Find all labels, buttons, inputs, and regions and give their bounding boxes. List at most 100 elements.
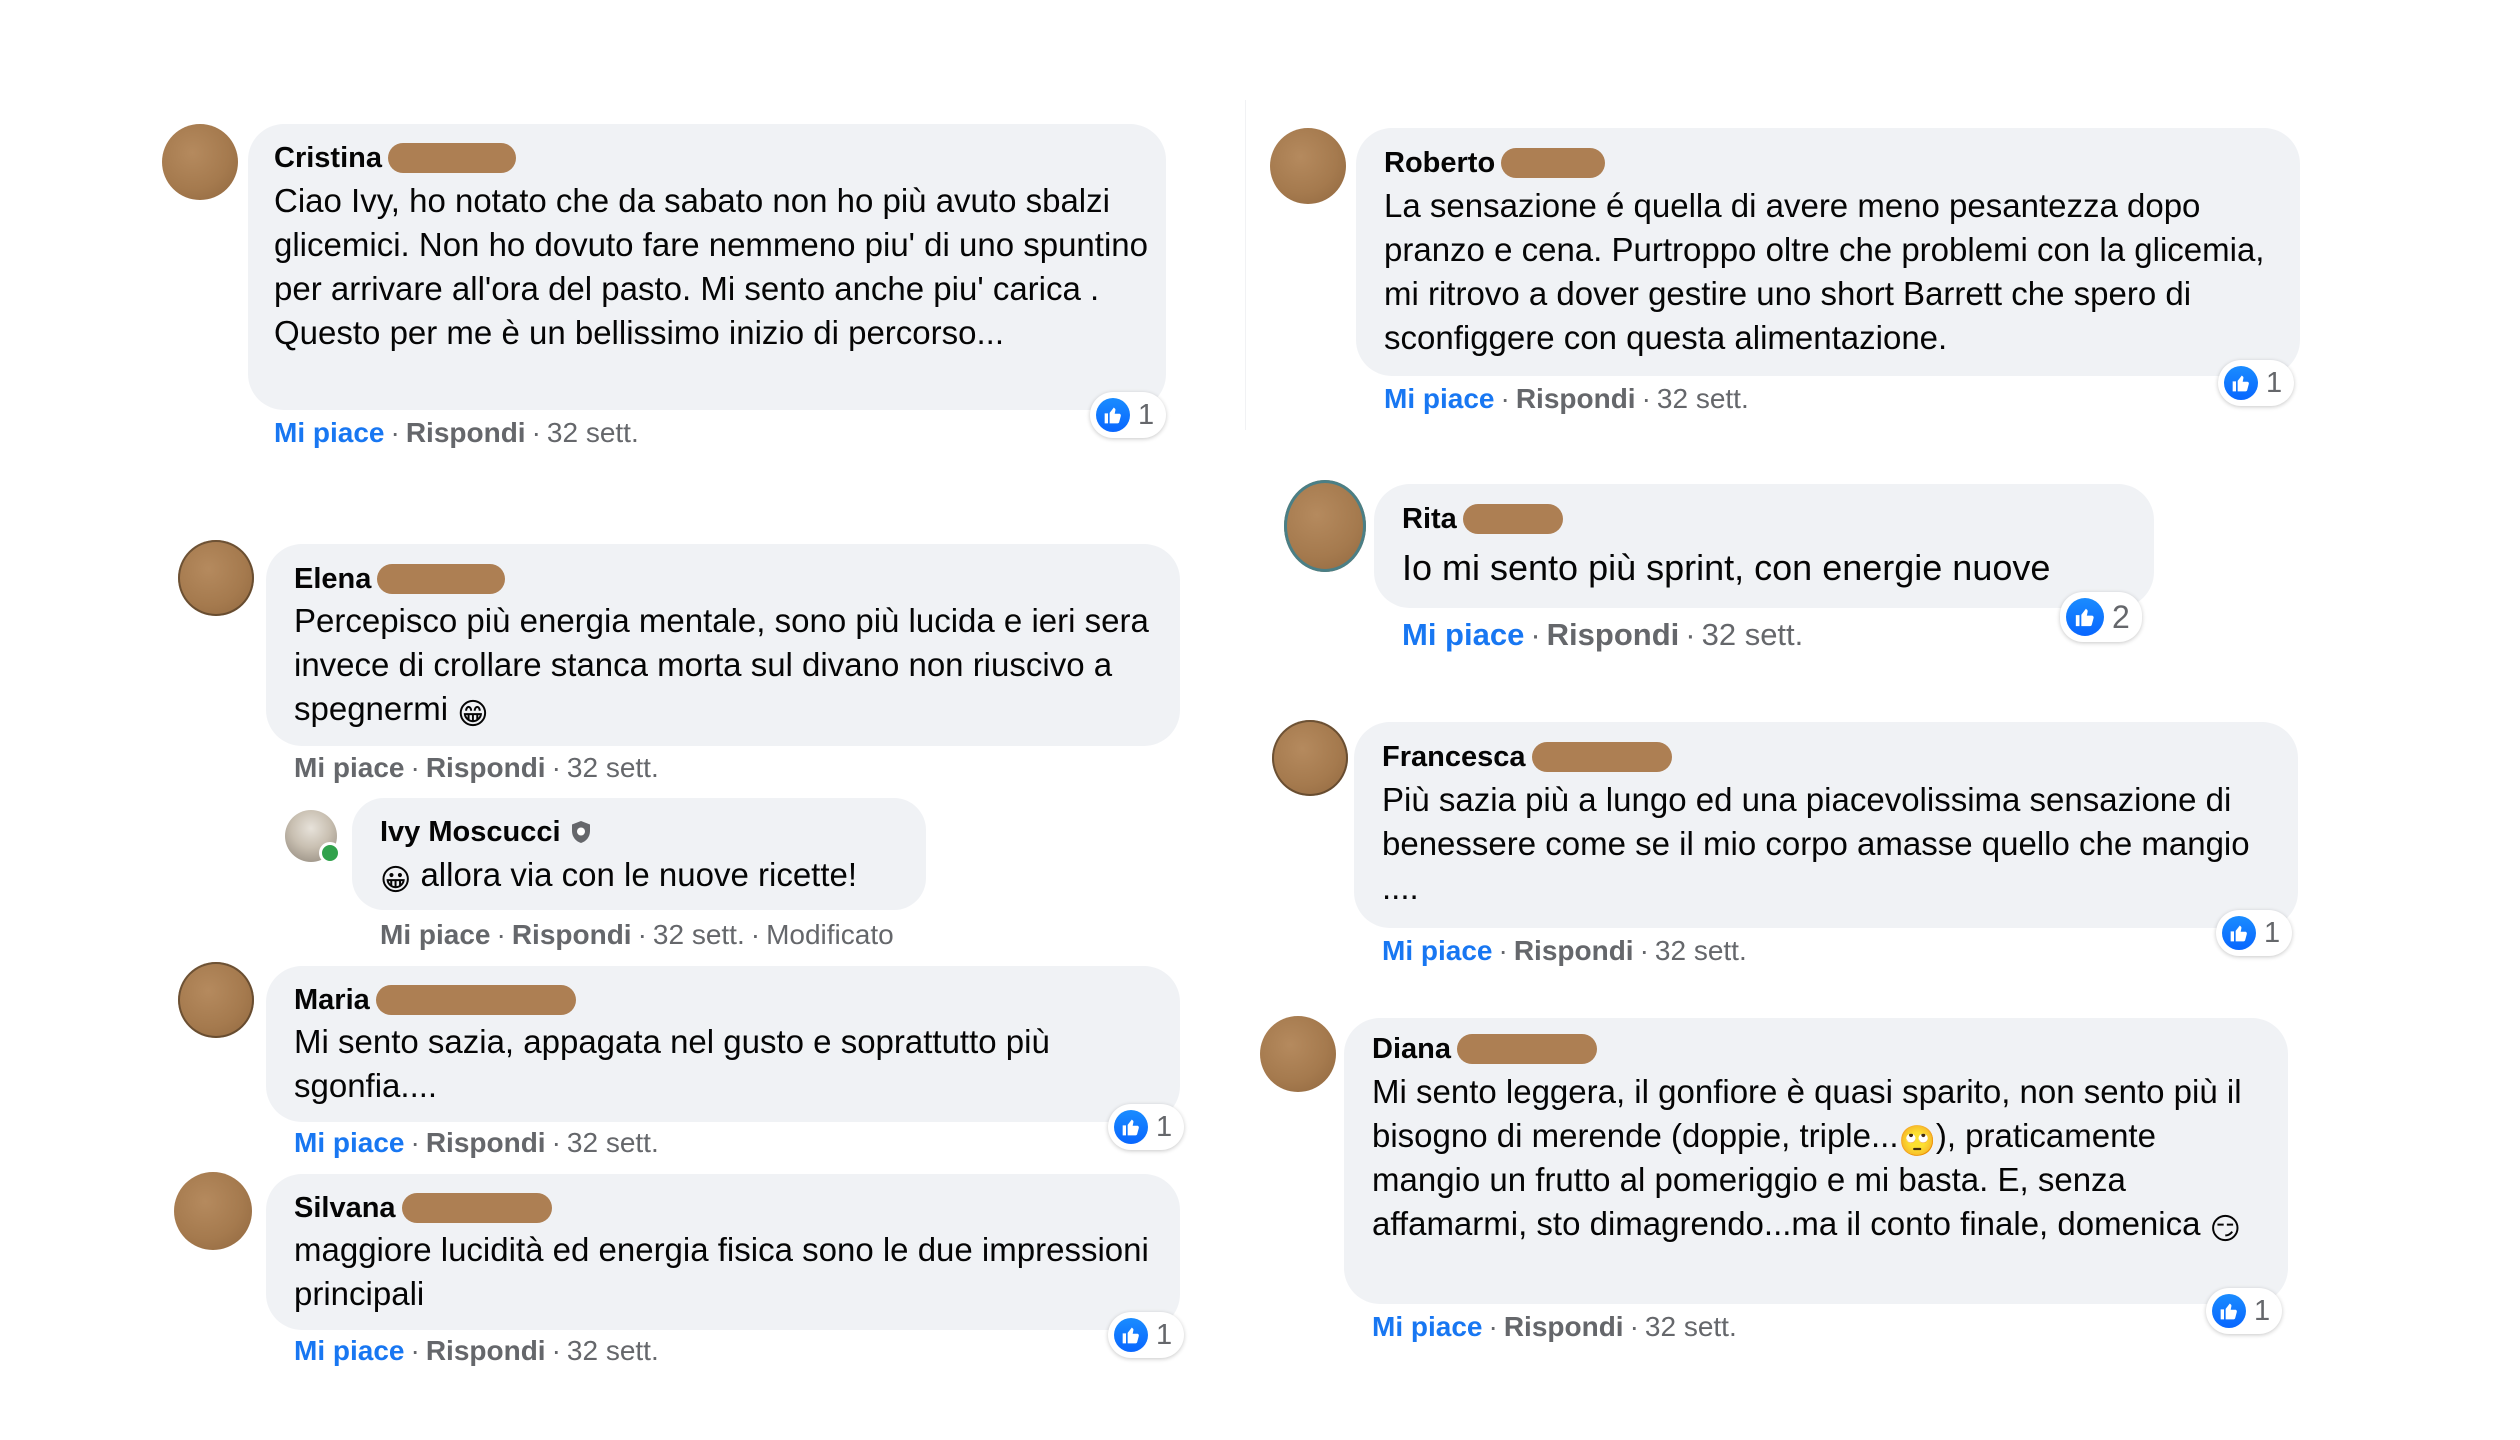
comment-text: Percepisco più energia mentale, sono più…: [294, 599, 1164, 731]
comment-actions: Mi piace · Rispondi · 32 sett.: [294, 752, 659, 783]
reaction-count: 1: [2266, 366, 2283, 399]
reply-link[interactable]: Rispondi: [1516, 383, 1636, 414]
like-reaction-icon: [1096, 398, 1130, 432]
redaction-bar: [1462, 504, 1563, 534]
comment-author-name[interactable]: Francesca: [1382, 740, 1526, 774]
like-reaction-icon: [1114, 1110, 1148, 1144]
comment-text: Ciao Ivy, ho notato che da sabato non ho…: [274, 182, 1148, 351]
avatar[interactable]: [162, 124, 238, 200]
like-link[interactable]: Mi piace: [274, 417, 384, 448]
reply-link[interactable]: Rispondi: [426, 1335, 546, 1366]
comment-author-name[interactable]: Rita: [1402, 502, 1457, 536]
comment-author-row: Elena: [294, 562, 506, 596]
avatar[interactable]: [178, 540, 254, 616]
comment-timestamp[interactable]: 32 sett.: [567, 1335, 659, 1366]
comment-author-name[interactable]: Diana: [1372, 1032, 1451, 1066]
comment-author-name[interactable]: Cristina: [274, 141, 382, 175]
comment-author-row: Francesca: [1382, 740, 1672, 774]
comment-actions: Mi piace · Rispondi · 32 sett.: [294, 1127, 659, 1158]
comment-author-name[interactable]: Silvana: [294, 1191, 396, 1225]
like-reaction-icon: [2066, 598, 2104, 636]
comment-text-body: Percepisco più energia mentale, sono più…: [294, 602, 1149, 727]
author-avatar[interactable]: [285, 810, 341, 864]
reaction-count-badge[interactable]: 2: [2060, 592, 2142, 642]
redaction-bar: [1456, 1034, 1597, 1064]
comment-author-row: Diana: [1372, 1032, 1597, 1066]
comment-text: Io mi sento più sprint, con energie nuov…: [1402, 547, 2051, 588]
reaction-count: 2: [2112, 598, 2130, 635]
reaction-count-badge[interactable]: 1: [1090, 392, 1167, 438]
comment-actions: Mi piace · Rispondi · 32 sett. · Modificato: [380, 919, 894, 950]
comment-timestamp[interactable]: 32 sett.: [1657, 383, 1749, 414]
comment-text: 😀 allora via con le nuove ricette!: [380, 853, 920, 897]
reply-link[interactable]: Rispondi: [1514, 935, 1634, 966]
comment-text: Mi sento sazia, appagata nel gusto e sop…: [294, 1023, 1050, 1104]
avatar[interactable]: [178, 962, 254, 1038]
comment-author-row: Roberto: [1384, 146, 1606, 180]
like-link[interactable]: Mi piace: [380, 919, 490, 950]
reaction-count: 1: [2254, 1294, 2271, 1327]
comment-author-name[interactable]: Elena: [294, 562, 371, 596]
comment-text: Più sazia più a lungo ed una piacevoliss…: [1382, 781, 2250, 906]
reaction-count-badge[interactable]: 1: [1108, 1104, 1185, 1150]
comment-actions: Mi piace · Rispondi · 32 sett.: [274, 417, 639, 448]
comment-author-name[interactable]: Maria: [294, 983, 370, 1017]
comment-actions: Mi piace · Rispondi · 32 sett.: [1382, 935, 1747, 966]
reply-link[interactable]: Rispondi: [406, 417, 526, 448]
smirk-emoji: 😏: [2209, 1213, 2241, 1246]
redaction-bar: [387, 143, 516, 173]
like-link[interactable]: Mi piace: [294, 1335, 404, 1366]
redaction-bar: [1501, 148, 1606, 178]
reaction-count-badge[interactable]: 1: [2218, 360, 2295, 406]
reply-link[interactable]: Rispondi: [426, 752, 546, 783]
edited-label[interactable]: Modificato: [766, 919, 894, 950]
avatar[interactable]: [1270, 128, 1346, 204]
reaction-count-badge[interactable]: 1: [2206, 1288, 2283, 1334]
reply-link[interactable]: Rispondi: [426, 1127, 546, 1158]
like-reaction-icon: [2224, 366, 2258, 400]
reaction-count-badge[interactable]: 1: [2216, 910, 2293, 956]
avatar[interactable]: [1260, 1016, 1336, 1092]
comment-author-name[interactable]: Roberto: [1384, 146, 1495, 180]
comment-actions: Mi piace · Rispondi · 32 sett.: [294, 1335, 659, 1366]
author-shield-icon: [569, 820, 593, 844]
reply-link[interactable]: Rispondi: [512, 919, 632, 950]
comment-timestamp[interactable]: 32 sett.: [653, 919, 745, 950]
avatar[interactable]: [1284, 480, 1366, 572]
comment-timestamp[interactable]: 32 sett.: [1645, 1311, 1737, 1342]
comment-actions: Mi piace · Rispondi · 32 sett.: [1372, 1311, 1737, 1342]
like-link[interactable]: Mi piace: [1402, 617, 1524, 652]
eye-roll-emoji: 🙄: [1898, 1125, 1936, 1158]
reaction-count: 1: [2264, 916, 2281, 949]
reply-link[interactable]: Rispondi: [1504, 1311, 1624, 1342]
comment-timestamp[interactable]: 32 sett.: [567, 752, 659, 783]
comment-text-body: allora via con le nuove ricette!: [420, 856, 858, 893]
redaction-bar: [1531, 742, 1672, 772]
left-comment-column: Cristina Ciao Ivy, ho notato che da saba…: [0, 0, 1240, 1440]
like-link[interactable]: Mi piace: [1382, 935, 1492, 966]
grinning-squinting-emoji: 😁: [457, 698, 489, 731]
like-link[interactable]: Mi piace: [294, 752, 404, 783]
avatar[interactable]: [174, 1172, 252, 1250]
comment-actions: Mi piace · Rispondi · 32 sett.: [1384, 383, 1749, 414]
comment-timestamp[interactable]: 32 sett.: [1655, 935, 1747, 966]
reaction-count: 1: [1138, 398, 1155, 431]
comment-text: La sensazione é quella di avere meno pes…: [1384, 187, 2265, 356]
like-link[interactable]: Mi piace: [294, 1127, 404, 1158]
like-reaction-icon: [2212, 1294, 2246, 1328]
comment-author-name[interactable]: Ivy Moscucci: [380, 815, 561, 849]
reaction-count-badge[interactable]: 1: [1108, 1312, 1185, 1358]
comment-text: maggiore lucidità ed energia fisica sono…: [294, 1231, 1149, 1312]
comment-timestamp[interactable]: 32 sett.: [567, 1127, 659, 1158]
like-reaction-icon: [1114, 1318, 1148, 1352]
redaction-bar: [401, 1193, 552, 1223]
reply-link[interactable]: Rispondi: [1547, 617, 1680, 652]
comment-timestamp[interactable]: 32 sett.: [547, 417, 639, 448]
grinning-face-emoji: 😀: [380, 864, 412, 897]
avatar[interactable]: [1272, 720, 1348, 796]
comment-author-row: Ivy Moscucci: [380, 815, 593, 849]
comment-timestamp[interactable]: 32 sett.: [1702, 617, 1804, 652]
reaction-count: 1: [1156, 1110, 1173, 1143]
like-link[interactable]: Mi piace: [1384, 383, 1494, 414]
like-link[interactable]: Mi piace: [1372, 1311, 1482, 1342]
